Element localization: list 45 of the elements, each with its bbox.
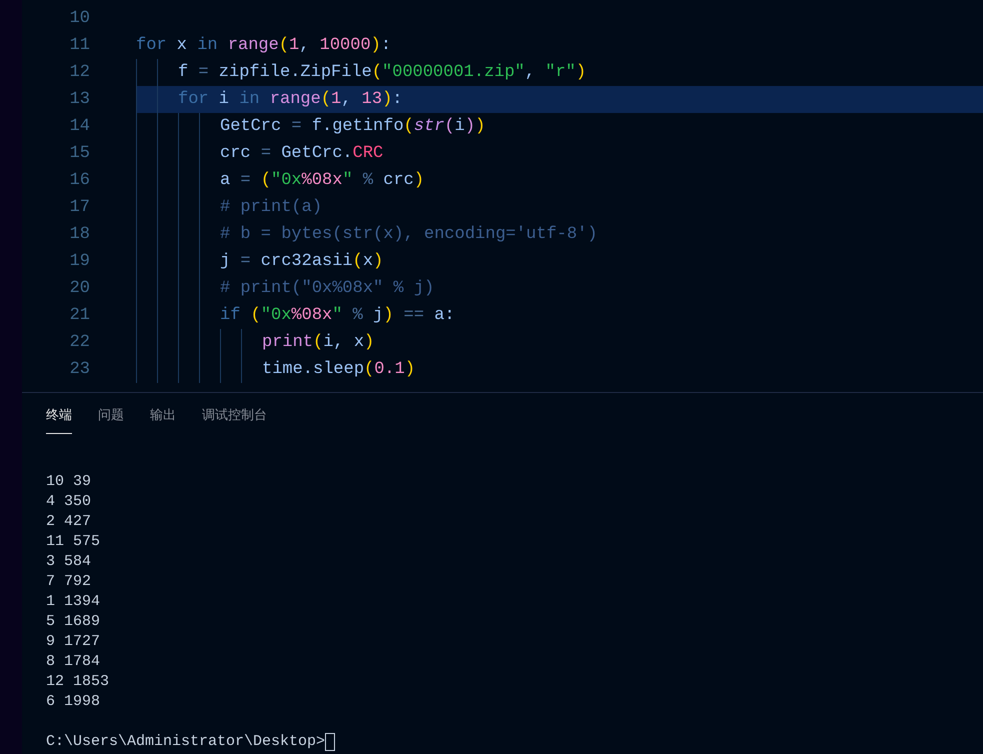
terminal-output-line: 9 1727 — [46, 632, 102, 652]
line-number: 19 — [68, 250, 90, 273]
code-line: for x in range(1, 10000): — [136, 34, 392, 57]
terminal-output-line: 2 427 — [46, 512, 92, 532]
terminal-output-line: 12 1853 — [46, 672, 110, 692]
line-number: 10 — [68, 8, 90, 30]
panel-tab[interactable]: 调试控制台 — [202, 405, 267, 434]
terminal-output-line: 7 792 — [46, 572, 92, 592]
code-line: # print("0x%08x" % j) — [220, 278, 434, 300]
terminal-output-line: 3 584 — [46, 552, 92, 572]
line-number: 21 — [68, 304, 90, 327]
code-line: # b = bytes(str(x), encoding='utf-8') — [220, 224, 598, 246]
code-line: if ("0x%08x" % j) == a: — [220, 304, 455, 327]
terminal-output-line: 5 1689 — [46, 612, 102, 632]
code-line: f = zipfile.ZipFile("00000001.zip", "r") — [178, 62, 586, 84]
code-line: time.sleep(0.1) — [262, 358, 416, 381]
terminal-output-line: 1 1394 — [46, 592, 102, 612]
code-line: a = ("0x%08x" % crc) — [220, 170, 424, 192]
panel-tab[interactable]: 终端 — [46, 405, 72, 434]
code-line: # print(a) — [220, 196, 322, 219]
terminal-output-line: 10 39 — [46, 472, 92, 492]
line-number: 16 — [68, 170, 90, 192]
terminal-output-line: 4 350 — [46, 492, 92, 512]
terminal-output-line: 6 1998 — [46, 692, 102, 712]
code-line: GetCrc = f.getinfo(str(i)) — [220, 116, 486, 138]
code-line: print(i, x) — [262, 332, 374, 354]
line-number: 12 — [68, 62, 90, 84]
line-number: 23 — [68, 358, 90, 381]
line-number: 18 — [68, 224, 90, 246]
code-line: j = crc32asii(x) — [220, 250, 384, 273]
terminal-prompt: C:\Users\Administrator\Desktop> — [46, 732, 326, 752]
terminal-cursor — [325, 732, 336, 750]
code-line: for i in range(1, 13): — [178, 88, 402, 111]
line-number: 14 — [68, 116, 90, 138]
code-line: crc = GetCrc.CRC — [220, 142, 384, 165]
line-number: 11 — [68, 34, 90, 57]
line-number: 15 — [68, 142, 90, 165]
line-number: 22 — [68, 332, 90, 354]
terminal-output-line: 11 575 — [46, 532, 102, 552]
panel-tab[interactable]: 问题 — [98, 405, 124, 434]
terminal-output-line: 8 1784 — [46, 652, 102, 672]
panel-tab[interactable]: 输出 — [150, 405, 176, 434]
line-number: 20 — [68, 278, 90, 300]
line-number: 17 — [68, 196, 90, 219]
line-number: 13 — [68, 88, 90, 111]
